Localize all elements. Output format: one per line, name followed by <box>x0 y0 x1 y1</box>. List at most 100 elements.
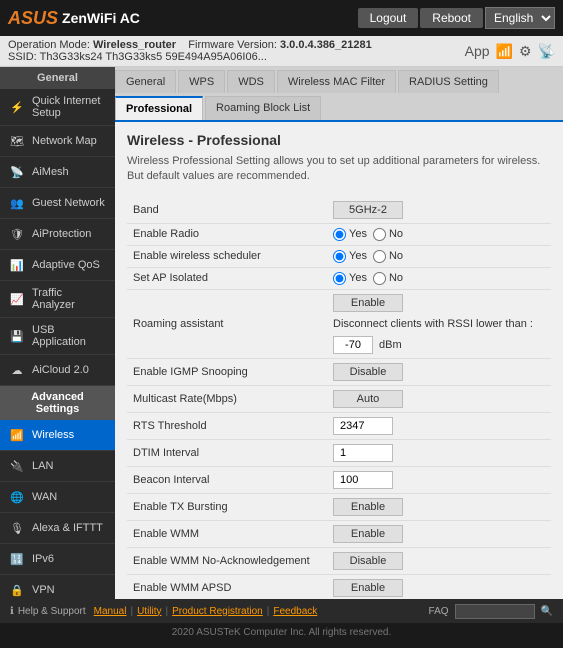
scheduler-no[interactable] <box>373 250 386 263</box>
enable-radio-no-label[interactable]: No <box>373 228 403 241</box>
table-row: RTS Threshold <box>127 412 551 439</box>
beacon-interval-label: Beacon Interval <box>127 466 327 493</box>
app-icon[interactable]: App <box>465 43 490 59</box>
sidebar-label-wan: WAN <box>32 491 57 503</box>
aimesh-icon: 📡 <box>8 163 26 181</box>
table-row: Set AP Isolated Yes No <box>127 267 551 289</box>
sidebar-item-quick-internet-setup[interactable]: ⚡ Quick Internet Setup <box>0 89 115 126</box>
dtim-interval-label: DTIM Interval <box>127 439 327 466</box>
content-area: General WPS WDS Wireless MAC Filter RADI… <box>115 67 563 599</box>
wmm-no-ack-dropdown[interactable]: Disable <box>333 552 403 570</box>
sidebar-item-aiprotection[interactable]: 🛡 AiProtection <box>0 219 115 250</box>
wmm-apsd-dropdown[interactable]: Enable <box>333 579 403 597</box>
sidebar-item-guest-network[interactable]: 👥 Guest Network <box>0 188 115 219</box>
table-row: Multicast Rate(Mbps) Auto <box>127 385 551 412</box>
brand-asus: ASUS <box>8 8 58 29</box>
help-icon: ℹ <box>10 606 14 617</box>
enable-radio-yes-label[interactable]: Yes <box>333 228 367 241</box>
rssi-input[interactable] <box>333 336 373 354</box>
sidebar-label-traffic-analyzer: Traffic Analyzer <box>32 287 107 311</box>
band-dropdown[interactable]: 5GHz-2 <box>333 201 403 219</box>
sidebar-item-adaptive-qos[interactable]: 📊 Adaptive QoS <box>0 250 115 281</box>
sidebar-item-lan[interactable]: 🔌 LAN <box>0 451 115 482</box>
rts-threshold-input[interactable] <box>333 417 393 435</box>
sidebar-item-ipv6[interactable]: 🔢 IPv6 <box>0 544 115 575</box>
wmm-label: Enable WMM <box>127 520 327 547</box>
signal-icon[interactable]: 📡 <box>538 43 555 60</box>
scheduler-yes-label[interactable]: Yes <box>333 250 367 263</box>
scheduler-no-label[interactable]: No <box>373 250 403 263</box>
tab-wps[interactable]: WPS <box>178 70 225 93</box>
wireless-icon: 📶 <box>8 426 26 444</box>
operation-mode-label: Operation Mode: <box>8 39 90 51</box>
main-layout: General ⚡ Quick Internet Setup 🗺 Network… <box>0 67 563 599</box>
traffic-analyzer-icon: 📈 <box>8 290 26 308</box>
info-bar: Operation Mode: Wireless_router Firmware… <box>0 36 563 67</box>
band-label: Band <box>127 197 327 224</box>
sidebar-label-ipv6: IPv6 <box>32 553 54 565</box>
enable-radio-yes[interactable] <box>333 228 346 241</box>
ap-isolated-yes[interactable] <box>333 272 346 285</box>
tx-bursting-label: Enable TX Bursting <box>127 493 327 520</box>
footer-copyright: 2020 ASUSTeK Computer Inc. All rights re… <box>0 623 563 641</box>
multicast-rate-dropdown[interactable]: Auto <box>333 390 403 408</box>
settings-icon[interactable]: ⚙ <box>519 43 532 60</box>
sidebar-label-adaptive-qos: Adaptive QoS <box>32 259 100 271</box>
faq-search-input[interactable] <box>455 604 535 619</box>
footer-manual-link[interactable]: Manual <box>94 606 127 617</box>
sidebar-item-wan[interactable]: 🌐 WAN <box>0 482 115 513</box>
language-select[interactable]: English <box>485 7 555 29</box>
sidebar-item-vpn[interactable]: 🔒 VPN <box>0 575 115 599</box>
table-row: Roaming assistant Enable Disconnect clie… <box>127 289 551 358</box>
brand-product: ZenWiFi AC <box>62 10 140 26</box>
enable-radio-no[interactable] <box>373 228 386 241</box>
operation-mode-value: Wireless_router <box>93 39 176 51</box>
sidebar-item-traffic-analyzer[interactable]: 📈 Traffic Analyzer <box>0 281 115 318</box>
ap-isolated-no-label[interactable]: No <box>373 272 403 285</box>
table-row: Enable WMM APSD Enable <box>127 574 551 599</box>
sidebar-item-aicloud[interactable]: ☁ AiCloud 2.0 <box>0 355 115 386</box>
tab-wireless-mac-filter[interactable]: Wireless MAC Filter <box>277 70 396 93</box>
beacon-interval-input[interactable] <box>333 471 393 489</box>
sidebar-label-guest-network: Guest Network <box>32 197 105 209</box>
igmp-snooping-dropdown[interactable]: Disable <box>333 363 403 381</box>
info-bar-text: Operation Mode: Wireless_router Firmware… <box>8 39 372 63</box>
multicast-rate-label: Multicast Rate(Mbps) <box>127 385 327 412</box>
footer-feedback-link[interactable]: Feedback <box>273 606 317 617</box>
sidebar-item-aimesh[interactable]: 📡 AiMesh <box>0 157 115 188</box>
sidebar-label-alexa-ifttt: Alexa & IFTTT <box>32 522 103 534</box>
sidebar-item-usb-application[interactable]: 💾 USB Application <box>0 318 115 355</box>
logout-button[interactable]: Logout <box>358 8 419 28</box>
page-content: Wireless - Professional Wireless Profess… <box>115 122 563 599</box>
footer-product-registration-link[interactable]: Product Registration <box>172 606 263 617</box>
sidebar-item-wireless[interactable]: 📶 Wireless <box>0 420 115 451</box>
dtim-interval-input[interactable] <box>333 444 393 462</box>
tx-bursting-dropdown[interactable]: Enable <box>333 498 403 516</box>
sidebar-item-alexa-ifttt[interactable]: 🎙 Alexa & IFTTT <box>0 513 115 544</box>
sidebar-item-network-map[interactable]: 🗺 Network Map <box>0 126 115 157</box>
tab-wds[interactable]: WDS <box>227 70 275 93</box>
roaming-assistant-dropdown[interactable]: Enable <box>333 294 403 312</box>
tab-roaming-block-list[interactable]: Roaming Block List <box>205 96 321 120</box>
sidebar-label-vpn: VPN <box>32 584 55 596</box>
search-icon[interactable]: 🔍 <box>541 606 553 617</box>
footer-faq: FAQ 🔍 <box>429 604 553 619</box>
ap-isolated-no[interactable] <box>373 272 386 285</box>
wmm-no-ack-label: Enable WMM No-Acknowledgement <box>127 547 327 574</box>
reboot-button[interactable]: Reboot <box>420 8 483 28</box>
footer-utility-link[interactable]: Utility <box>137 606 161 617</box>
aicloud-icon: ☁ <box>8 361 26 379</box>
wifi-icon[interactable]: 📶 <box>496 43 513 60</box>
scheduler-yes[interactable] <box>333 250 346 263</box>
enable-radio-label: Enable Radio <box>127 223 327 245</box>
tab-professional[interactable]: Professional <box>115 96 203 120</box>
tab-radius-setting[interactable]: RADIUS Setting <box>398 70 499 93</box>
sidebar-label-aiprotection: AiProtection <box>32 228 91 240</box>
table-row: Enable WMM Enable <box>127 520 551 547</box>
table-row: DTIM Interval <box>127 439 551 466</box>
tab-general[interactable]: General <box>115 70 176 93</box>
ap-isolated-yes-label[interactable]: Yes <box>333 272 367 285</box>
wmm-dropdown[interactable]: Enable <box>333 525 403 543</box>
sidebar-label-usb-application: USB Application <box>32 324 107 348</box>
wireless-scheduler-label: Enable wireless scheduler <box>127 245 327 267</box>
